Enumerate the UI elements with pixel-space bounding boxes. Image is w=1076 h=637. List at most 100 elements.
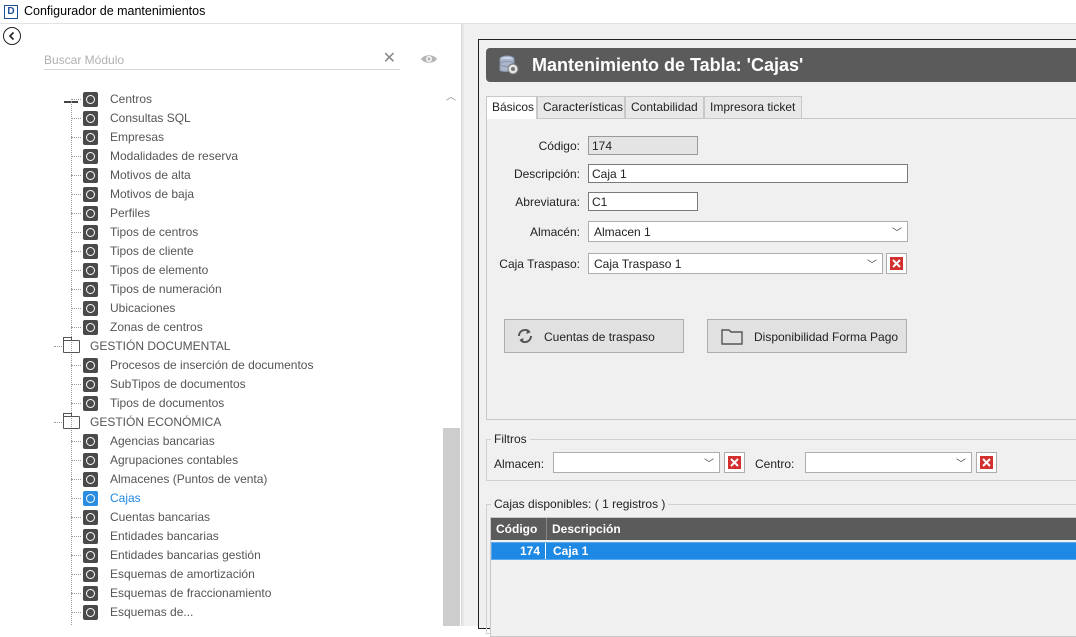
gear-icon <box>83 586 98 601</box>
gear-icon <box>83 320 98 335</box>
gear-icon <box>83 282 98 297</box>
gear-icon <box>83 358 98 373</box>
descripcion-field[interactable]: Caja 1 <box>588 164 908 183</box>
tree-scrollbar[interactable]: ︿ <box>443 86 460 626</box>
cell-descripcion: Caja 1 <box>553 544 589 558</box>
refresh-icon <box>517 328 533 344</box>
tree-connector <box>71 137 81 138</box>
abreviatura-field[interactable]: C1 <box>588 192 698 211</box>
filters-group: Filtros Almacen: ﹀ Centro: ﹀ <box>486 432 1076 481</box>
tree-item-label: Centros <box>110 92 153 106</box>
tree-connector <box>71 460 81 461</box>
delete-icon <box>980 456 993 469</box>
tree-item-label: Agencias bancarias <box>110 434 215 448</box>
caja-traspaso-select[interactable]: Caja Traspaso 1 ﹀ <box>588 253 883 274</box>
app-icon: D <box>4 5 18 19</box>
cajas-grid: Código Descripción 174 Caja 1 <box>490 517 1076 637</box>
tree-connector <box>71 479 81 480</box>
table-row[interactable]: 174 Caja 1 <box>491 542 1076 560</box>
folder-icon <box>63 337 80 353</box>
gear-icon <box>83 491 98 506</box>
tree-item-label: Cajas <box>110 491 141 505</box>
tab-basicos[interactable]: Básicos <box>486 96 537 119</box>
tree-connector <box>71 441 81 442</box>
tree-connector <box>71 289 81 290</box>
gear-icon <box>83 472 98 487</box>
back-arrow-icon[interactable] <box>3 27 21 45</box>
gear-icon <box>83 510 98 525</box>
almacen-label: Almacén: <box>529 225 580 239</box>
tree-connector <box>71 365 81 366</box>
scroll-up-icon[interactable]: ︿ <box>446 88 456 103</box>
filter-almacen-label: Almacen: <box>494 457 545 471</box>
tree-connector <box>71 612 81 613</box>
codigo-field: 174 <box>588 136 698 155</box>
chevron-down-icon: ﹀ <box>704 459 714 470</box>
descripcion-label: Descripción: <box>513 167 580 181</box>
almacen-select[interactable]: Almacen 1 ﹀ <box>588 221 908 242</box>
gear-icon <box>83 92 98 107</box>
tab-caracteristicas[interactable]: Características <box>537 96 625 118</box>
tree-connector <box>71 270 81 271</box>
tree-connector <box>71 327 81 328</box>
tree-connector <box>54 422 62 423</box>
tree-connector <box>71 403 81 404</box>
tree-item-label: Esquemas de amortización <box>110 567 255 581</box>
scroll-thumb[interactable] <box>443 428 460 626</box>
filter-centro-select[interactable]: ﹀ <box>805 452 972 473</box>
folder-icon <box>721 329 743 345</box>
tree-connector <box>71 194 81 195</box>
gear-icon <box>83 263 98 278</box>
disponibilidad-forma-pago-label: Disponibilidad Forma Pago <box>754 330 899 344</box>
gear-icon <box>83 396 98 411</box>
tree-connector <box>71 213 81 214</box>
clear-caja-traspaso-button[interactable] <box>886 253 907 274</box>
tree-connector <box>71 99 81 100</box>
tree-item-label: Tipos de numeración <box>110 282 222 296</box>
module-tree: Centros Consultas SQL Empresas Modalidades … <box>50 90 440 626</box>
tab-impresora-ticket[interactable]: Impresora ticket <box>704 96 802 118</box>
tree-item-label: Tipos de centros <box>110 225 199 239</box>
folder-icon <box>63 413 80 429</box>
maintenance-frame: Mantenimiento de Tabla: 'Cajas' Básicos … <box>478 39 1076 637</box>
gear-icon <box>83 301 98 316</box>
gear-icon <box>83 111 98 126</box>
column-header-codigo[interactable]: Código <box>491 518 547 540</box>
tree-connector <box>71 308 81 309</box>
tree-item-label: Tipos de documentos <box>110 396 225 410</box>
tree-connector <box>71 498 81 499</box>
tree-item-label: Esquemas de... <box>110 605 194 619</box>
filter-almacen-select[interactable]: ﹀ <box>553 452 720 473</box>
tree-connector <box>71 118 81 119</box>
tab-contabilidad[interactable]: Contabilidad <box>625 96 704 118</box>
tree-connector <box>71 101 72 626</box>
tree-connector <box>71 574 81 575</box>
left-panel: ✕ Centros Consultas SQL Empresas Modalidade… <box>0 24 462 626</box>
title-bar: D Configurador de mantenimientos <box>0 0 1076 24</box>
chevron-down-icon: ﹀ <box>892 228 902 239</box>
column-header-descripcion[interactable]: Descripción <box>547 518 1076 540</box>
chevron-down-icon: ﹀ <box>956 459 966 470</box>
clear-search-icon[interactable]: ✕ <box>383 50 396 68</box>
abreviatura-label: Abreviatura: <box>515 195 580 209</box>
database-gear-icon <box>499 55 519 75</box>
list-title-text: Cajas disponibles: <box>494 497 592 511</box>
gear-icon <box>83 244 98 259</box>
gear-icon <box>83 149 98 164</box>
eye-icon[interactable] <box>420 52 438 66</box>
clear-centro-filter-button[interactable] <box>976 452 997 473</box>
caja-traspaso-select-value: Caja Traspaso 1 <box>594 257 682 271</box>
tree-item-label: Empresas <box>110 130 165 144</box>
tree-connector <box>71 232 81 233</box>
codigo-label: Código: <box>538 139 580 153</box>
tree-connector <box>71 555 81 556</box>
cuentas-traspaso-button[interactable]: Cuentas de traspaso <box>504 319 684 353</box>
cell-codigo: 174 <box>492 543 546 559</box>
tree-connector <box>71 156 81 157</box>
clear-almacen-filter-button[interactable] <box>724 452 745 473</box>
cajas-list-title: Cajas disponibles: ( 1 registros ) <box>491 497 669 511</box>
search-input[interactable] <box>44 52 364 68</box>
window-title: Configurador de mantenimientos <box>24 4 206 18</box>
disponibilidad-forma-pago-button[interactable]: Disponibilidad Forma Pago <box>707 319 907 353</box>
tree-item-label: Perfiles <box>110 206 151 220</box>
